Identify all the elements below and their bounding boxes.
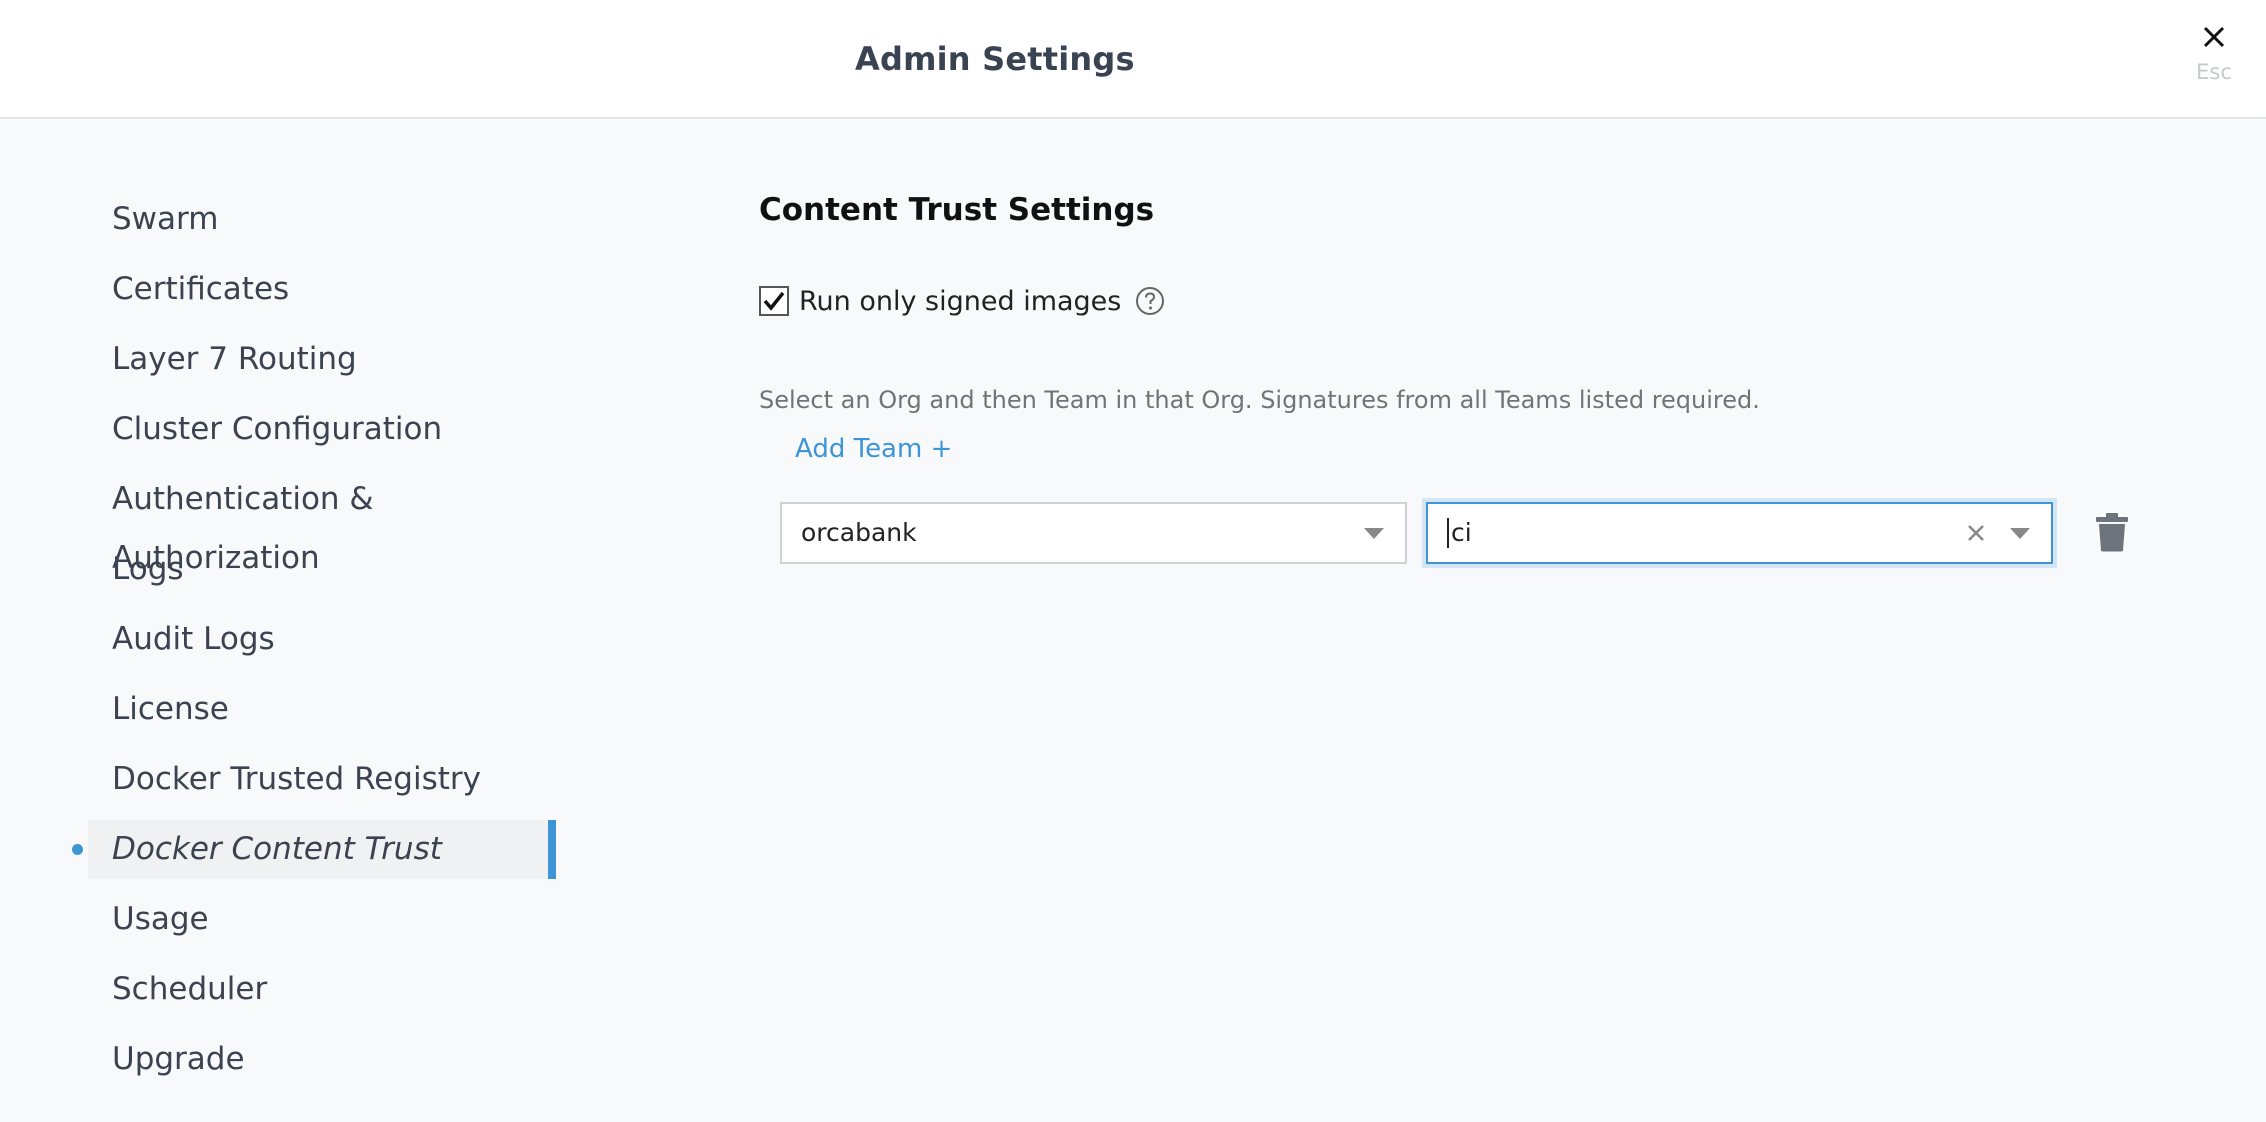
sidebar-item-cluster-configuration[interactable]: Cluster Configuration — [88, 400, 556, 459]
sidebar-item-label: Swarm — [112, 201, 219, 237]
sidebar-item-layer7-routing[interactable]: Layer 7 Routing — [88, 330, 556, 389]
signed-images-checkbox[interactable] — [759, 286, 789, 316]
sidebar-item-label: Logs — [112, 551, 184, 587]
sidebar-item-audit-logs[interactable]: Audit Logs — [88, 610, 556, 669]
sidebar-item-docker-content-trust[interactable]: Docker Content Trust — [72, 820, 556, 879]
sidebar-item-label: Upgrade — [112, 1041, 245, 1077]
chevron-down-icon[interactable] — [2010, 528, 2030, 539]
checkbox-label: Run only signed images — [799, 285, 1122, 317]
sidebar-item-swarm[interactable]: Swarm — [88, 190, 556, 249]
add-team-link[interactable]: Add Team + — [795, 434, 952, 464]
sidebar-item-authentication[interactable]: Authentication & Authorization — [88, 470, 556, 576]
clear-x-icon[interactable] — [1963, 520, 1989, 546]
sidebar-item-upgrade[interactable]: Upgrade — [88, 1030, 556, 1089]
settings-content: Content Trust Settings Run only signed i… — [759, 190, 2159, 564]
close-button[interactable]: Esc — [2184, 18, 2244, 88]
sidebar-item-label: Docker Trusted Registry — [112, 761, 481, 797]
question-circle-icon[interactable] — [1135, 286, 1165, 316]
sidebar-item-usage[interactable]: Usage — [88, 890, 556, 949]
trash-icon[interactable] — [2095, 512, 2129, 552]
team-search-input[interactable]: ci — [1447, 518, 1472, 548]
sidebar-item-label: Audit Logs — [112, 621, 275, 657]
modal-header: Admin Settings Esc — [0, 0, 2266, 119]
close-shortcut-hint: Esc — [2196, 60, 2232, 84]
sidebar-item-scheduler[interactable]: Scheduler — [88, 960, 556, 1019]
org-select-value: orcabank — [801, 518, 917, 547]
sidebar-item-label: License — [112, 691, 229, 727]
signed-images-row: Run only signed images — [759, 284, 1165, 318]
sidebar-item-logs[interactable]: Logs — [88, 540, 556, 599]
chevron-down-icon[interactable] — [1364, 528, 1384, 539]
sidebar-item-license[interactable]: License — [88, 680, 556, 739]
sidebar-item-docker-trusted-registry[interactable]: Docker Trusted Registry — [88, 750, 556, 809]
sidebar-item-label: Scheduler — [112, 971, 268, 1007]
sidebar-item-label: Cluster Configuration — [112, 411, 443, 447]
page-title: Admin Settings — [855, 40, 1135, 78]
sidebar-item-label: Certificates — [112, 271, 290, 307]
sidebar-item-certificates[interactable]: Certificates — [88, 260, 556, 319]
org-select[interactable]: orcabank — [780, 502, 1407, 564]
team-select[interactable]: ci — [1426, 502, 2053, 564]
close-icon — [2203, 26, 2225, 48]
active-indicator-dot — [72, 844, 83, 855]
teams-description: Select an Org and then Team in that Org.… — [759, 386, 1760, 414]
sidebar-item-label: Docker Content Trust — [112, 831, 442, 867]
checkmark-icon — [763, 291, 785, 311]
sidebar-item-label: Layer 7 Routing — [112, 341, 357, 377]
section-title: Content Trust Settings — [759, 192, 1155, 228]
settings-sidebar: Swarm Certificates Layer 7 Routing Clust… — [0, 190, 560, 1100]
sidebar-item-label: Usage — [112, 901, 209, 937]
